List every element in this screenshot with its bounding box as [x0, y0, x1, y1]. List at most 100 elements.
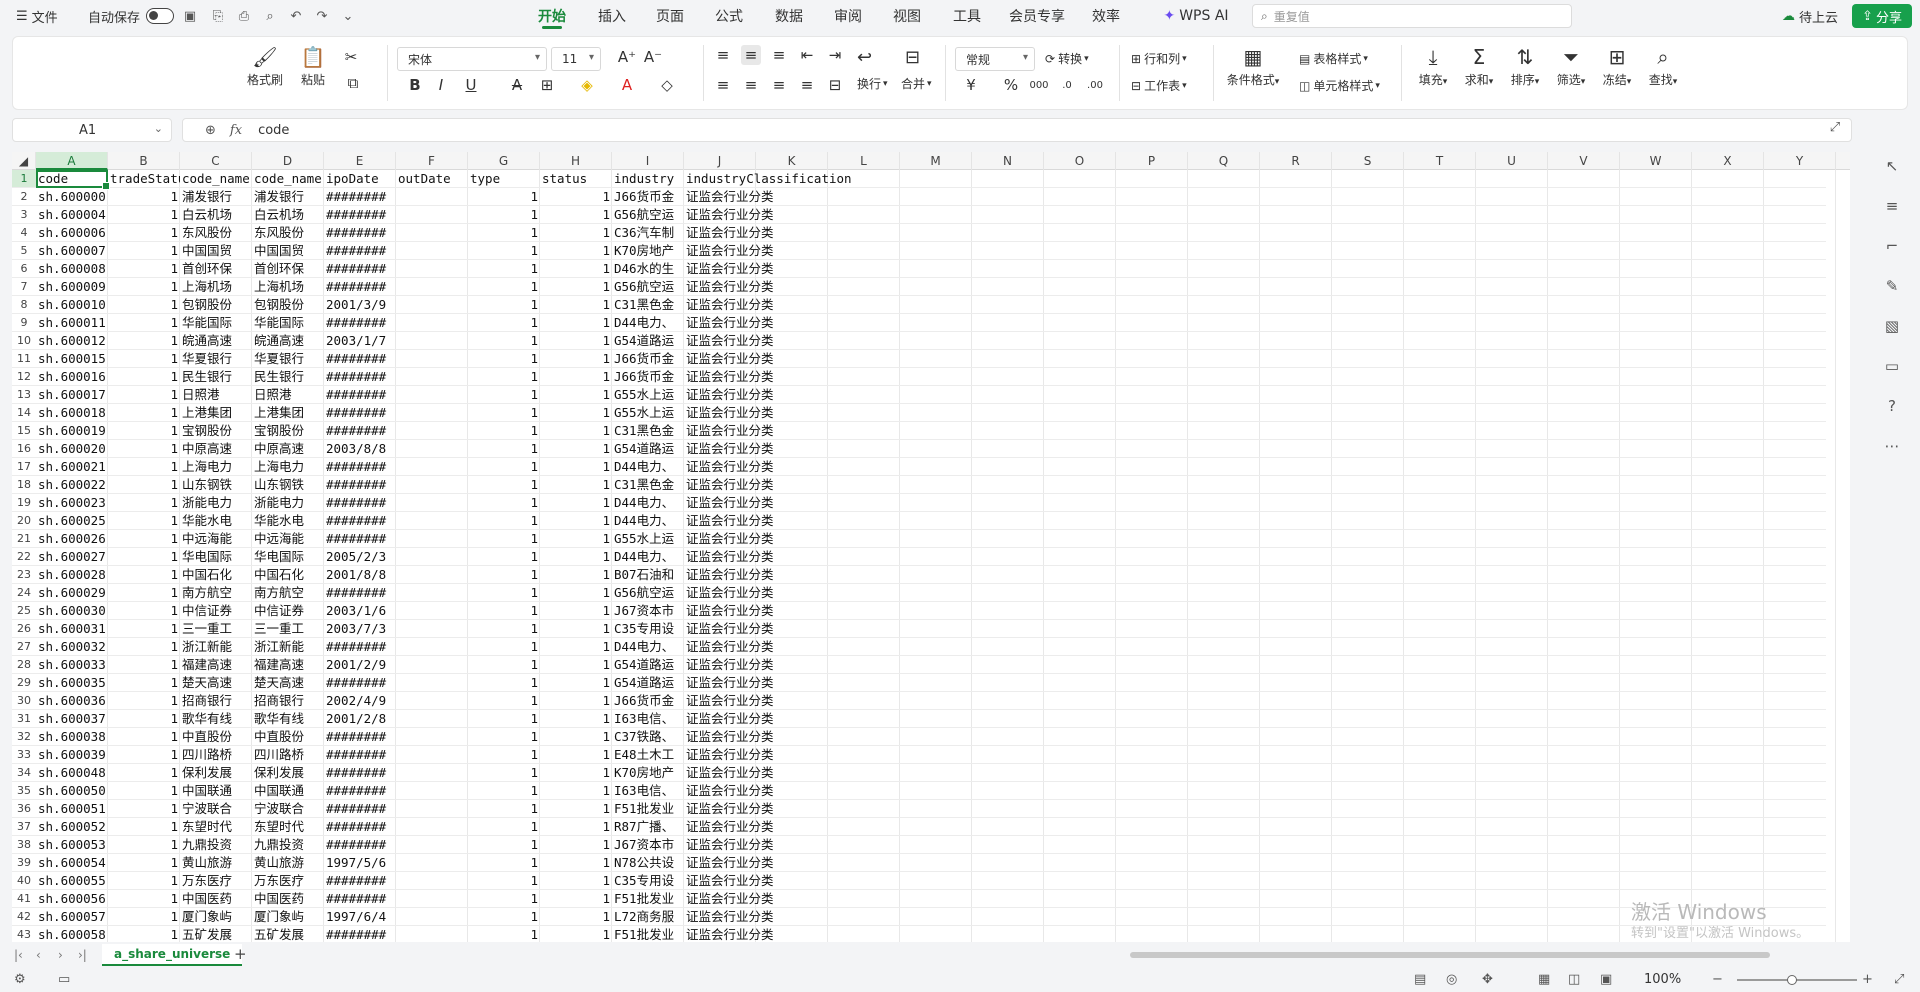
row-header[interactable]: 32 — [12, 728, 36, 746]
cell[interactable]: 山东钢铁 — [252, 476, 324, 494]
freeze-button[interactable]: ⊞ 冻结▾ — [1595, 43, 1639, 88]
cell[interactable]: sh.600025 — [36, 512, 108, 530]
autosave-toggle[interactable]: 自动保存 — [88, 0, 175, 32]
cell[interactable]: 1 — [540, 782, 612, 800]
cell[interactable]: 山东钢铁 — [180, 476, 252, 494]
zoom-out-icon[interactable]: − — [1712, 972, 1723, 987]
cell[interactable]: 证监会行业分类 — [684, 674, 828, 692]
cell[interactable]: sh.600019 — [36, 422, 108, 440]
decrease-font-icon[interactable]: A⁻ — [643, 47, 663, 67]
row-header[interactable]: 19 — [12, 494, 36, 512]
column-header[interactable]: H — [540, 152, 612, 170]
cell[interactable]: 中直股份 — [252, 728, 324, 746]
conditional-format-button[interactable]: ▦ 条件格式▾ — [1221, 43, 1285, 88]
row-header[interactable]: 1 — [12, 170, 36, 188]
cell[interactable]: sh.600050 — [36, 782, 108, 800]
cell[interactable]: 厦门象屿 — [252, 908, 324, 926]
cell[interactable]: 1 — [540, 386, 612, 404]
tab-insert[interactable]: 插入 — [590, 0, 634, 32]
cell[interactable]: ######## — [324, 926, 396, 942]
row-header[interactable]: 4 — [12, 224, 36, 242]
cell[interactable]: 黄山旅游 — [252, 854, 324, 872]
cell[interactable]: C35专用设 — [612, 872, 684, 890]
cell[interactable]: 证监会行业分类 — [684, 728, 828, 746]
cell[interactable]: 1 — [468, 260, 540, 278]
cell[interactable]: 证监会行业分类 — [684, 908, 828, 926]
cell[interactable]: 1 — [468, 188, 540, 206]
column-header[interactable]: W — [1620, 152, 1692, 170]
column-header[interactable]: N — [972, 152, 1044, 170]
cell[interactable]: 1 — [540, 188, 612, 206]
cell[interactable]: 1 — [108, 242, 180, 260]
cell[interactable]: ######## — [324, 188, 396, 206]
row-header[interactable]: 17 — [12, 458, 36, 476]
cell[interactable]: 九鼎投资 — [180, 836, 252, 854]
cell[interactable]: 1 — [540, 620, 612, 638]
row-header[interactable]: 29 — [12, 674, 36, 692]
select-all-corner[interactable]: ◢ — [12, 152, 36, 170]
row-header[interactable]: 15 — [12, 422, 36, 440]
cell[interactable]: 证监会行业分类 — [684, 440, 828, 458]
cell[interactable]: 1 — [540, 674, 612, 692]
cell[interactable]: 中原高速 — [180, 440, 252, 458]
cell[interactable]: ######## — [324, 386, 396, 404]
cell[interactable]: ######## — [324, 584, 396, 602]
cell[interactable]: sh.600035 — [36, 674, 108, 692]
reading-mode-icon[interactable]: ✥ — [1482, 972, 1493, 987]
cell[interactable]: 1 — [468, 494, 540, 512]
column-header[interactable]: D — [252, 152, 324, 170]
cell[interactable]: F51批发业 — [612, 800, 684, 818]
tab-efficiency[interactable]: 效率 — [1084, 0, 1128, 32]
cell[interactable]: 1 — [108, 530, 180, 548]
cell[interactable]: 证监会行业分类 — [684, 224, 828, 242]
column-header[interactable]: C — [180, 152, 252, 170]
add-sheet-icon[interactable]: + — [234, 945, 247, 963]
cell[interactable]: 证监会行业分类 — [684, 800, 828, 818]
row-header[interactable]: 28 — [12, 656, 36, 674]
row-header[interactable]: 8 — [12, 296, 36, 314]
tab-page[interactable]: 页面 — [648, 0, 692, 32]
cell[interactable]: I63电信、 — [612, 782, 684, 800]
cell[interactable]: 华能水电 — [252, 512, 324, 530]
cell[interactable]: sh.600010 — [36, 296, 108, 314]
cell[interactable]: sh.600037 — [36, 710, 108, 728]
column-header[interactable]: O — [1044, 152, 1116, 170]
cell[interactable]: 1 — [468, 620, 540, 638]
fill-color-icon[interactable]: ◈ — [577, 75, 597, 95]
cell[interactable]: 三一重工 — [252, 620, 324, 638]
cell[interactable]: 1 — [540, 908, 612, 926]
cell[interactable]: 1 — [108, 368, 180, 386]
cell[interactable]: 浦发银行 — [252, 188, 324, 206]
number-format-select[interactable]: 常规 ▾ — [955, 47, 1035, 71]
cell[interactable]: 1 — [468, 224, 540, 242]
cell[interactable]: 证监会行业分类 — [684, 332, 828, 350]
row-header[interactable]: 5 — [12, 242, 36, 260]
cell[interactable]: 白云机场 — [252, 206, 324, 224]
cell[interactable]: 1 — [108, 278, 180, 296]
cell[interactable]: sh.600000 — [36, 188, 108, 206]
export-pdf-icon[interactable]: ⎘ — [210, 8, 226, 24]
sort-button[interactable]: ⇅ 排序▾ — [1503, 43, 1547, 88]
cell[interactable]: 1 — [108, 926, 180, 942]
cell[interactable]: 1 — [468, 440, 540, 458]
strikethrough-icon[interactable]: A — [507, 75, 527, 95]
cell[interactable]: sh.600055 — [36, 872, 108, 890]
border-icon[interactable]: ⊞ — [537, 75, 557, 95]
cell[interactable]: 1 — [468, 890, 540, 908]
cell[interactable]: G55水上运 — [612, 386, 684, 404]
cell[interactable]: 1 — [108, 314, 180, 332]
cell[interactable]: D44电力、 — [612, 638, 684, 656]
cell[interactable]: 1 — [108, 458, 180, 476]
cell[interactable]: sh.600028 — [36, 566, 108, 584]
cell[interactable]: ######## — [324, 494, 396, 512]
cell[interactable]: 证监会行业分类 — [684, 566, 828, 584]
cell[interactable]: 1 — [468, 656, 540, 674]
cell[interactable]: ######## — [324, 674, 396, 692]
cell[interactable]: 中国国贸 — [180, 242, 252, 260]
cell[interactable]: J66货币金 — [612, 350, 684, 368]
align-top-icon[interactable]: ≡ — [713, 45, 733, 65]
cell[interactable]: 1997/6/4 — [324, 908, 396, 926]
cell[interactable]: 1 — [540, 764, 612, 782]
cell[interactable]: sh.600032 — [36, 638, 108, 656]
cell[interactable]: 1 — [540, 890, 612, 908]
